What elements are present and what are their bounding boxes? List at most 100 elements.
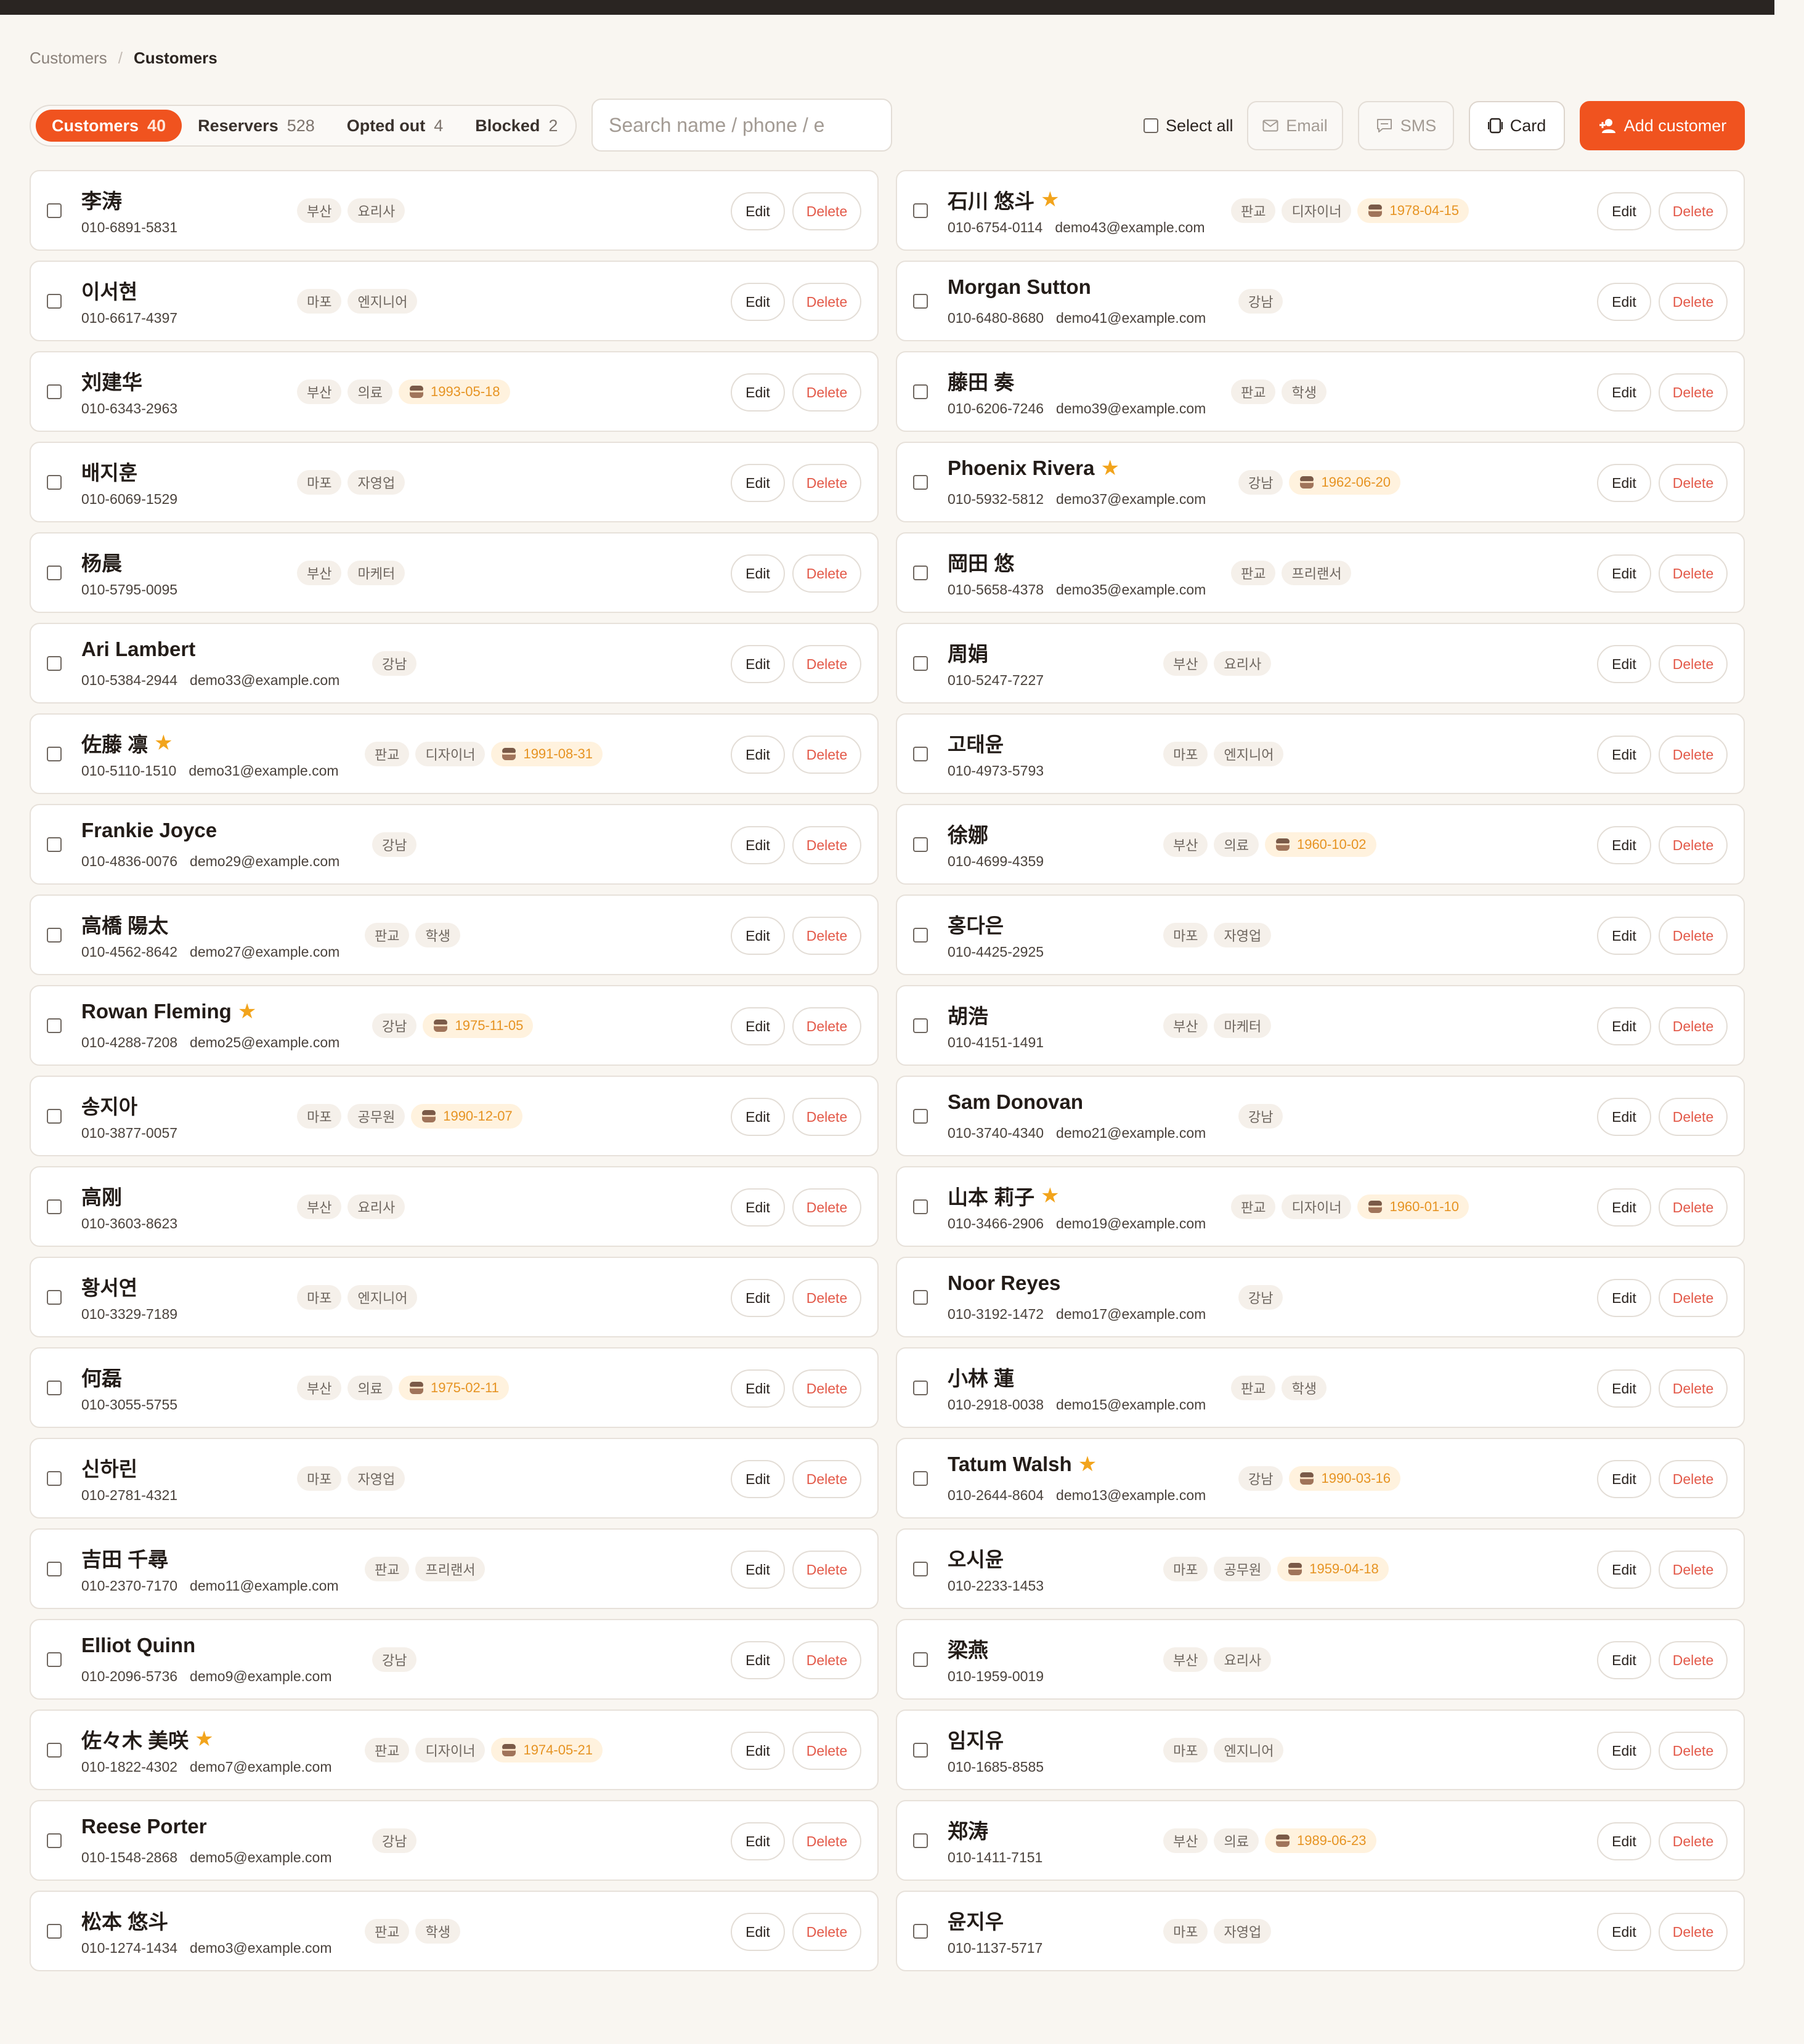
customer-name[interactable]: 何磊 — [81, 1362, 122, 1392]
customer-select-checkbox[interactable] — [913, 203, 928, 218]
delete-button[interactable]: Delete — [1659, 373, 1728, 412]
customer-select-checkbox[interactable] — [47, 656, 62, 671]
customer-select-checkbox[interactable] — [913, 1290, 928, 1305]
edit-button[interactable]: Edit — [1597, 373, 1651, 412]
customer-card[interactable]: Reese Porter 010-1548-2868 demo5@example.c… — [30, 1800, 879, 1881]
customer-card[interactable]: 고태윤 010-4973-5793 마포 엔지니어 Edit Delete — [896, 713, 1745, 794]
edit-button[interactable]: Edit — [731, 283, 785, 321]
delete-button[interactable]: Delete — [1659, 1098, 1728, 1136]
customer-select-checkbox[interactable] — [913, 1199, 928, 1214]
edit-button[interactable]: Edit — [731, 1279, 785, 1317]
edit-button[interactable]: Edit — [731, 1369, 785, 1408]
sms-button[interactable]: SMS — [1358, 101, 1454, 150]
customer-select-checkbox[interactable] — [47, 1924, 62, 1939]
delete-button[interactable]: Delete — [1659, 554, 1728, 593]
customer-card[interactable]: 松本 悠斗 010-1274-1434 demo3@example.com 판교 학생 E… — [30, 1891, 879, 1971]
customer-select-checkbox[interactable] — [47, 203, 62, 218]
edit-button[interactable]: Edit — [1597, 1460, 1651, 1498]
customer-name[interactable]: 홍다은 — [948, 909, 1004, 939]
edit-button[interactable]: Edit — [1597, 1279, 1651, 1317]
customer-name[interactable]: 梁燕 — [948, 1634, 988, 1663]
customer-card[interactable]: Morgan Sutton 010-6480-8680 demo41@example… — [896, 261, 1745, 341]
customer-select-checkbox[interactable] — [913, 1833, 928, 1848]
delete-button[interactable]: Delete — [1659, 1913, 1728, 1951]
select-all-checkbox[interactable] — [1144, 118, 1158, 133]
edit-button[interactable]: Edit — [1597, 1007, 1651, 1045]
edit-button[interactable]: Edit — [1597, 1732, 1651, 1770]
edit-button[interactable]: Edit — [731, 826, 785, 864]
delete-button[interactable]: Delete — [1659, 1732, 1728, 1770]
customer-card[interactable]: 송지아 010-3877-0057 마포 공무원 1990-12-07 Edit Delet… — [30, 1076, 879, 1156]
delete-button[interactable]: Delete — [1659, 1188, 1728, 1227]
delete-button[interactable]: Delete — [792, 1641, 861, 1679]
customer-select-checkbox[interactable] — [47, 384, 62, 399]
customer-card[interactable]: 石川 悠斗 ★ 010-6754-0114 demo43@example.com 판교 디… — [896, 170, 1745, 251]
customer-select-checkbox[interactable] — [47, 566, 62, 580]
customer-card[interactable]: 李涛 010-6891-5831 부산 요리사 Edit Delete — [30, 170, 879, 251]
customer-card[interactable]: 佐藤 凛 ★ 010-5110-1510 demo31@example.com 판교 디자… — [30, 713, 879, 794]
edit-button[interactable]: Edit — [731, 1098, 785, 1136]
customer-select-checkbox[interactable] — [47, 1018, 62, 1033]
customer-name[interactable]: 岡田 悠 — [948, 547, 1014, 577]
customer-name[interactable]: 고태윤 — [948, 728, 1004, 758]
customer-select-checkbox[interactable] — [47, 1381, 62, 1395]
customer-card[interactable]: Ari Lambert 010-5384-2944 demo33@example.c… — [30, 623, 879, 704]
edit-button[interactable]: Edit — [1597, 645, 1651, 683]
edit-button[interactable]: Edit — [731, 1732, 785, 1770]
delete-button[interactable]: Delete — [1659, 1369, 1728, 1408]
delete-button[interactable]: Delete — [792, 192, 861, 230]
customer-card[interactable]: 小林 蓮 010-2918-0038 demo15@example.com 판교 학생 E… — [896, 1347, 1745, 1428]
edit-button[interactable]: Edit — [731, 192, 785, 230]
edit-button[interactable]: Edit — [1597, 283, 1651, 321]
customer-card[interactable]: Phoenix Rivera ★ 010-5932-5812 demo37@examp… — [896, 442, 1745, 522]
breadcrumb-parent-link[interactable]: Customers — [30, 49, 107, 68]
edit-button[interactable]: Edit — [731, 1007, 785, 1045]
edit-button[interactable]: Edit — [1597, 554, 1651, 593]
edit-button[interactable]: Edit — [731, 1188, 785, 1227]
customer-select-checkbox[interactable] — [47, 1109, 62, 1124]
customer-name[interactable]: Ari Lambert — [81, 638, 195, 661]
customer-card[interactable]: 임지유 010-1685-8585 마포 엔지니어 Edit Delete — [896, 1709, 1745, 1790]
customer-select-checkbox[interactable] — [913, 1652, 928, 1667]
customer-card[interactable]: Noor Reyes 010-3192-1472 demo17@example.co… — [896, 1257, 1745, 1337]
customer-name[interactable]: Sam Donovan — [948, 1090, 1083, 1114]
tab-blocked[interactable]: Blocked 2 — [459, 110, 574, 142]
customer-card[interactable]: 刘建华 010-6343-2963 부산 의료 1993-05-18 Edit Delete — [30, 351, 879, 432]
customer-name[interactable]: 황서연 — [81, 1271, 137, 1301]
tab-reservers[interactable]: Reservers 528 — [182, 110, 331, 142]
customer-name[interactable]: 吉田 千尋 — [81, 1543, 168, 1573]
edit-button[interactable]: Edit — [1597, 192, 1651, 230]
delete-button[interactable]: Delete — [792, 645, 861, 683]
customer-card[interactable]: 岡田 悠 010-5658-4378 demo35@example.com 판교 프리랜… — [896, 532, 1745, 613]
customer-card[interactable]: Sam Donovan 010-3740-4340 demo21@example.c… — [896, 1076, 1745, 1156]
customer-name[interactable]: 高橋 陽太 — [81, 909, 168, 939]
customer-card[interactable]: 윤지우 010-1137-5717 마포 자영업 Edit Delete — [896, 1891, 1745, 1971]
customer-name[interactable]: 李涛 — [81, 185, 122, 214]
edit-button[interactable]: Edit — [731, 464, 785, 502]
customer-name[interactable]: Morgan Sutton — [948, 275, 1091, 299]
delete-button[interactable]: Delete — [1659, 1007, 1728, 1045]
edit-button[interactable]: Edit — [731, 554, 785, 593]
customer-name[interactable]: 周娟 — [948, 638, 988, 667]
delete-button[interactable]: Delete — [1659, 917, 1728, 955]
customer-select-checkbox[interactable] — [913, 1562, 928, 1576]
customer-select-checkbox[interactable] — [47, 1562, 62, 1576]
customer-card[interactable]: 藤田 奏 010-6206-7246 demo39@example.com 판교 학생 E… — [896, 351, 1745, 432]
customer-name[interactable]: 松本 悠斗 — [81, 1905, 168, 1935]
customer-name[interactable]: Phoenix Rivera ★ — [948, 456, 1119, 480]
delete-button[interactable]: Delete — [1659, 464, 1728, 502]
customer-select-checkbox[interactable] — [913, 384, 928, 399]
customer-select-checkbox[interactable] — [47, 928, 62, 943]
customer-name[interactable]: 이서현 — [81, 275, 137, 305]
customer-card[interactable]: 佐々木 美咲 ★ 010-1822-4302 demo7@example.com 판교 디… — [30, 1709, 879, 1790]
customer-card[interactable]: 오시윤 010-2233-1453 마포 공무원 1959-04-18 Edit Delet… — [896, 1528, 1745, 1609]
customer-name[interactable]: Elliot Quinn — [81, 1634, 195, 1657]
delete-button[interactable]: Delete — [792, 1913, 861, 1951]
tab-opted-out[interactable]: Opted out 4 — [331, 110, 460, 142]
delete-button[interactable]: Delete — [792, 1279, 861, 1317]
customer-card[interactable]: 吉田 千尋 010-2370-7170 demo11@example.com 판교 프리… — [30, 1528, 879, 1609]
customer-card[interactable]: 高刚 010-3603-8623 부산 요리사 Edit Delete — [30, 1166, 879, 1247]
customer-select-checkbox[interactable] — [47, 1471, 62, 1486]
customer-card[interactable]: 何磊 010-3055-5755 부산 의료 1975-02-11 Edit Delete — [30, 1347, 879, 1428]
customer-select-checkbox[interactable] — [47, 1743, 62, 1758]
